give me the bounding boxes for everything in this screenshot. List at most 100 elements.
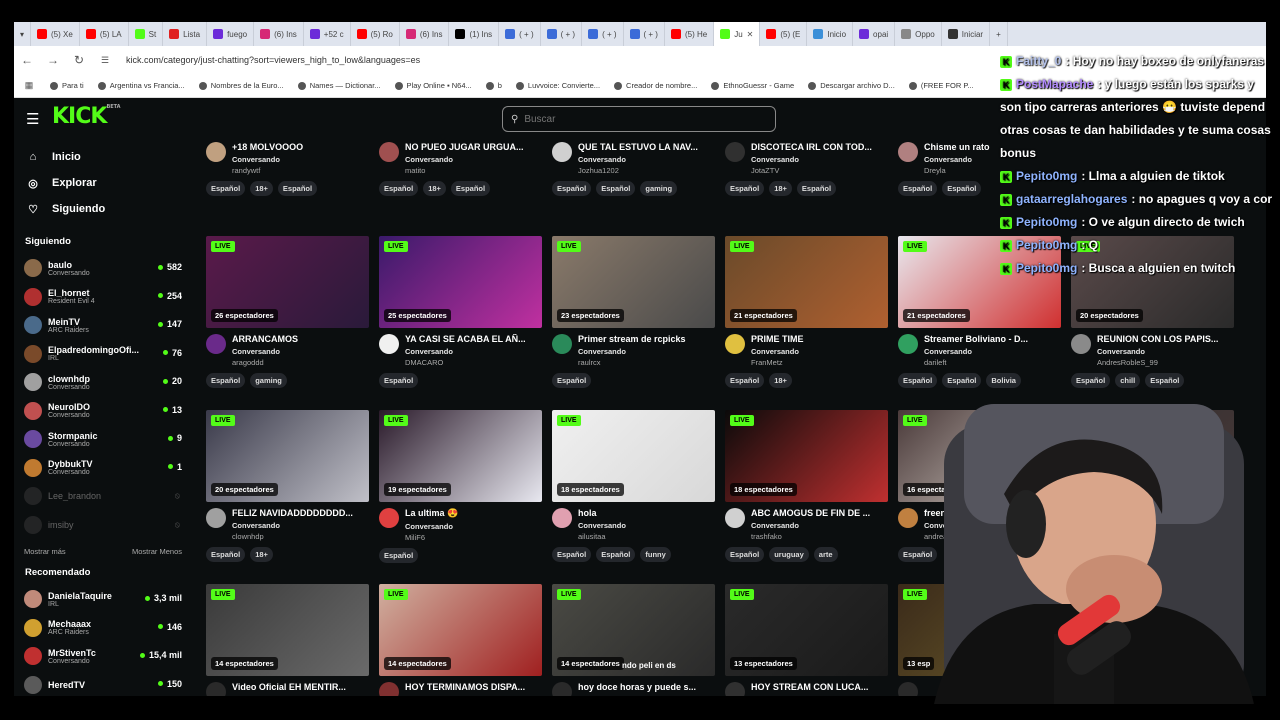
stream-card[interactable]: LIVE 13 espectadores HOY STREAM CON LUCA..… [725, 584, 888, 696]
stream-thumbnail[interactable]: LIVE 19 espectadores [379, 410, 542, 502]
streamer-avatar[interactable] [379, 508, 399, 528]
stream-title[interactable]: Video Oficial EH MENTIR... [232, 682, 369, 692]
browser-tab[interactable]: (1) Ins [449, 22, 500, 46]
new-tab-icon[interactable]: + [990, 22, 1008, 46]
stream-title[interactable]: +18 MOLVOOOO [232, 142, 369, 152]
stream-card[interactable]: LIVE 20 espectadores FELIZ NAVIDADDDDDDDD.… [206, 410, 369, 562]
tag-chip[interactable]: Bolivia [986, 373, 1021, 388]
bookmark-item[interactable]: Creador de nombre... [614, 81, 697, 90]
bookmark-item[interactable]: Names — Dictionar... [297, 81, 381, 90]
show-more-button[interactable]: Mostrar más [24, 547, 66, 561]
sidebar-channel-offline[interactable]: imsiby ⦸ [14, 511, 190, 540]
streamer-name[interactable]: FranMetz [751, 358, 888, 367]
tag-chip[interactable]: Español [942, 373, 982, 388]
browser-tab[interactable]: St [129, 22, 164, 46]
streamer-name[interactable]: MiliF6 [405, 533, 542, 542]
streamer-avatar[interactable] [725, 682, 745, 696]
streamer-avatar[interactable] [206, 334, 226, 354]
streamer-avatar[interactable] [552, 142, 572, 162]
browser-tab[interactable]: ( + ) [582, 22, 624, 46]
sidebar-channel[interactable]: NeuroIDO Conversando 13 [14, 397, 190, 426]
sidebar-channel[interactable]: DanielaTaquire IRL 3,3 mil [14, 585, 190, 614]
stream-thumbnail[interactable]: LIVE 14 espectadores ndo peli en ds [552, 584, 715, 676]
tag-chip[interactable]: Español [206, 373, 246, 388]
streamer-name[interactable]: AndresRobleS_99 [1097, 358, 1234, 367]
tag-chip[interactable]: Español [379, 181, 419, 196]
stream-card[interactable]: LIVE 18 espectadores hola Conversando ailusi… [552, 410, 715, 562]
stream-card[interactable]: LIVE 14 espectadores Video Oficial EH MENT… [206, 584, 369, 696]
bookmark-item[interactable]: b [485, 81, 502, 90]
browser-tab[interactable]: (5) Ro [351, 22, 400, 46]
streamer-avatar[interactable] [379, 682, 399, 696]
tag-chip[interactable]: 18+ [769, 181, 792, 196]
stream-title[interactable]: ARRANCAMOS [232, 334, 369, 344]
sidebar-channel[interactable]: clownhdp Conversando 20 [14, 368, 190, 397]
browser-tab[interactable]: +52 c [304, 22, 351, 46]
sidebar-channel[interactable]: MeinTV ARC Raiders 147 [14, 311, 190, 340]
stream-card[interactable]: LIVE 14 espectadores ndo peli en ds hoy doc… [552, 584, 715, 696]
sidebar-channel[interactable]: DybbukTV Conversando 1 [14, 454, 190, 483]
tag-chip[interactable]: Español [277, 181, 318, 196]
stream-category[interactable]: Conversando [751, 521, 888, 530]
tab-search-icon[interactable]: ▾ [14, 22, 32, 46]
stream-card[interactable]: LIVE 26 espectadores ARRANCAMOS Conversando… [206, 236, 369, 388]
apps-icon[interactable]: ▦ [22, 80, 36, 91]
browser-tab[interactable]: ( + ) [499, 22, 541, 46]
bookmark-item[interactable]: Argentina vs Francia... [97, 81, 185, 90]
streamer-avatar[interactable] [552, 334, 572, 354]
kick-logo[interactable]: KICKBETA [52, 104, 121, 129]
stream-thumbnail[interactable]: LIVE 20 espectadores [206, 410, 369, 502]
bookmark-item[interactable]: Luvvoice: Convierte... [515, 81, 600, 90]
stream-title[interactable]: YA CASI SE ACABA EL AÑ... [405, 334, 542, 344]
streamer-avatar[interactable] [725, 142, 745, 162]
browser-tab[interactable]: Ju ✕ [714, 22, 761, 46]
stream-category[interactable]: Conversando [578, 347, 715, 356]
tag-chip[interactable]: gaming [250, 373, 287, 388]
browser-tab[interactable]: opai [853, 22, 896, 46]
url-field[interactable]: kick.com/category/just-chatting?sort=vie… [126, 55, 420, 65]
tag-chip[interactable]: Español [379, 373, 419, 388]
stream-title[interactable]: Primer stream de rcpicks [578, 334, 715, 344]
back-icon[interactable]: ← [14, 53, 40, 67]
browser-tab[interactable]: fuego [207, 22, 255, 46]
stream-card[interactable]: LIVE 21 espectadores PRIME TIME Conversando… [725, 236, 888, 388]
stream-category[interactable]: Conversando [405, 522, 542, 531]
tab-close-icon[interactable]: ✕ [747, 30, 754, 39]
show-less-button[interactable]: Mostrar Menos [132, 547, 182, 561]
stream-category[interactable]: Conversando [924, 347, 1061, 356]
sidebar-channel[interactable]: Stormpanic Conversando 9 [14, 425, 190, 454]
stream-title[interactable]: hola [578, 508, 715, 518]
stream-card[interactable]: LIVE 14 espectadores HOY TERMINAMOS DISPA.… [379, 584, 542, 696]
search-input[interactable] [524, 113, 755, 125]
streamer-avatar[interactable] [206, 682, 226, 696]
streamer-avatar[interactable] [898, 334, 918, 354]
browser-tab[interactable]: ( + ) [541, 22, 583, 46]
tag-chip[interactable]: Español [725, 181, 765, 196]
tag-chip[interactable]: uruguay [769, 547, 809, 562]
stream-thumbnail[interactable]: LIVE 18 espectadores [552, 410, 715, 502]
tag-chip[interactable]: 18+ [769, 373, 792, 388]
stream-thumbnail[interactable]: LIVE 14 espectadores [379, 584, 542, 676]
stream-title[interactable]: NO PUEO JUGAR URGUA... [405, 142, 542, 152]
menu-icon[interactable]: ☰ [26, 110, 39, 128]
sidebar-channel[interactable]: HeredTV 150 [14, 671, 190, 697]
nav-item-siguiendo[interactable]: ♡ Siguiendo [14, 196, 190, 222]
site-info-icon[interactable]: ☰ [92, 55, 118, 66]
browser-tab[interactable]: Lista [163, 22, 208, 46]
stream-category[interactable]: Conversando [1097, 347, 1234, 356]
tag-chip[interactable]: Español [596, 181, 636, 196]
tag-chip[interactable]: Español [596, 547, 636, 562]
stream-thumbnail[interactable]: LIVE 14 espectadores [206, 584, 369, 676]
streamer-avatar[interactable] [379, 142, 399, 162]
stream-category[interactable]: Conversando [578, 155, 715, 164]
nav-item-inicio[interactable]: ⌂ Inicio [14, 144, 190, 170]
stream-category[interactable]: Conversando [232, 347, 369, 356]
sidebar-channel[interactable]: MrStivenTc Conversando 15,4 mil [14, 642, 190, 671]
tag-chip[interactable]: Español [898, 181, 938, 196]
tag-chip[interactable]: Español [1145, 373, 1185, 388]
nav-item-explorar[interactable]: ◎ Explorar [14, 170, 190, 196]
streamer-name[interactable]: ailusitaa [578, 532, 715, 541]
tag-chip[interactable]: arte [813, 547, 838, 562]
stream-thumbnail[interactable]: LIVE 21 espectadores [725, 236, 888, 328]
stream-card[interactable]: LIVE 18 espectadores ABC AMOGUS DE FIN DE … [725, 410, 888, 562]
